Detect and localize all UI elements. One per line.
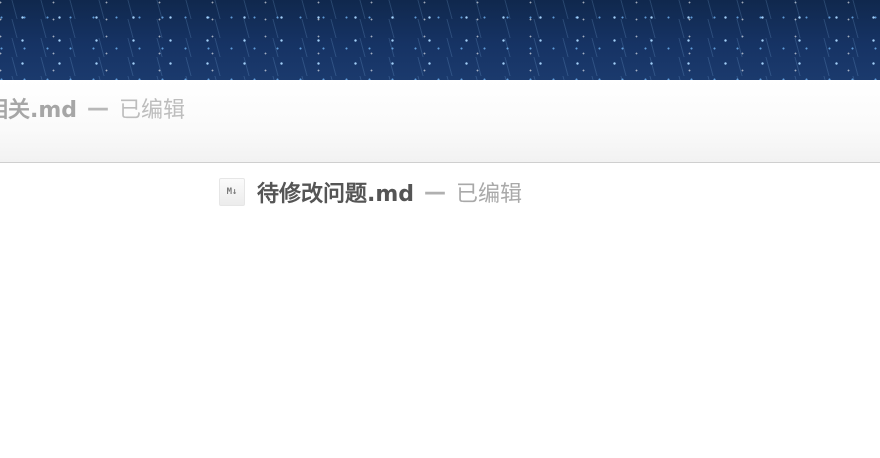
active-window-file-name: 待修改问题.md [257,182,415,207]
background-window-titlebar[interactable]: 相关.md — 已编辑 [0,80,880,163]
background-window-file-name: 相关.md [0,98,78,123]
markdown-file-icon[interactable]: M↓ [219,178,245,206]
desktop-wallpaper [0,0,880,80]
background-window-title-separator: — [87,95,110,121]
background-window-title: 相关.md — 已编辑 [0,93,186,124]
active-window-edited-status: 已编辑 [456,182,523,207]
background-window-edited-status: 已编辑 [119,98,186,123]
active-window: M↓ 待修改问题.md — 已编辑 [0,163,880,458]
active-window-title: M↓ 待修改问题.md — 已编辑 [219,177,522,207]
active-window-title-separator: — [424,179,447,205]
